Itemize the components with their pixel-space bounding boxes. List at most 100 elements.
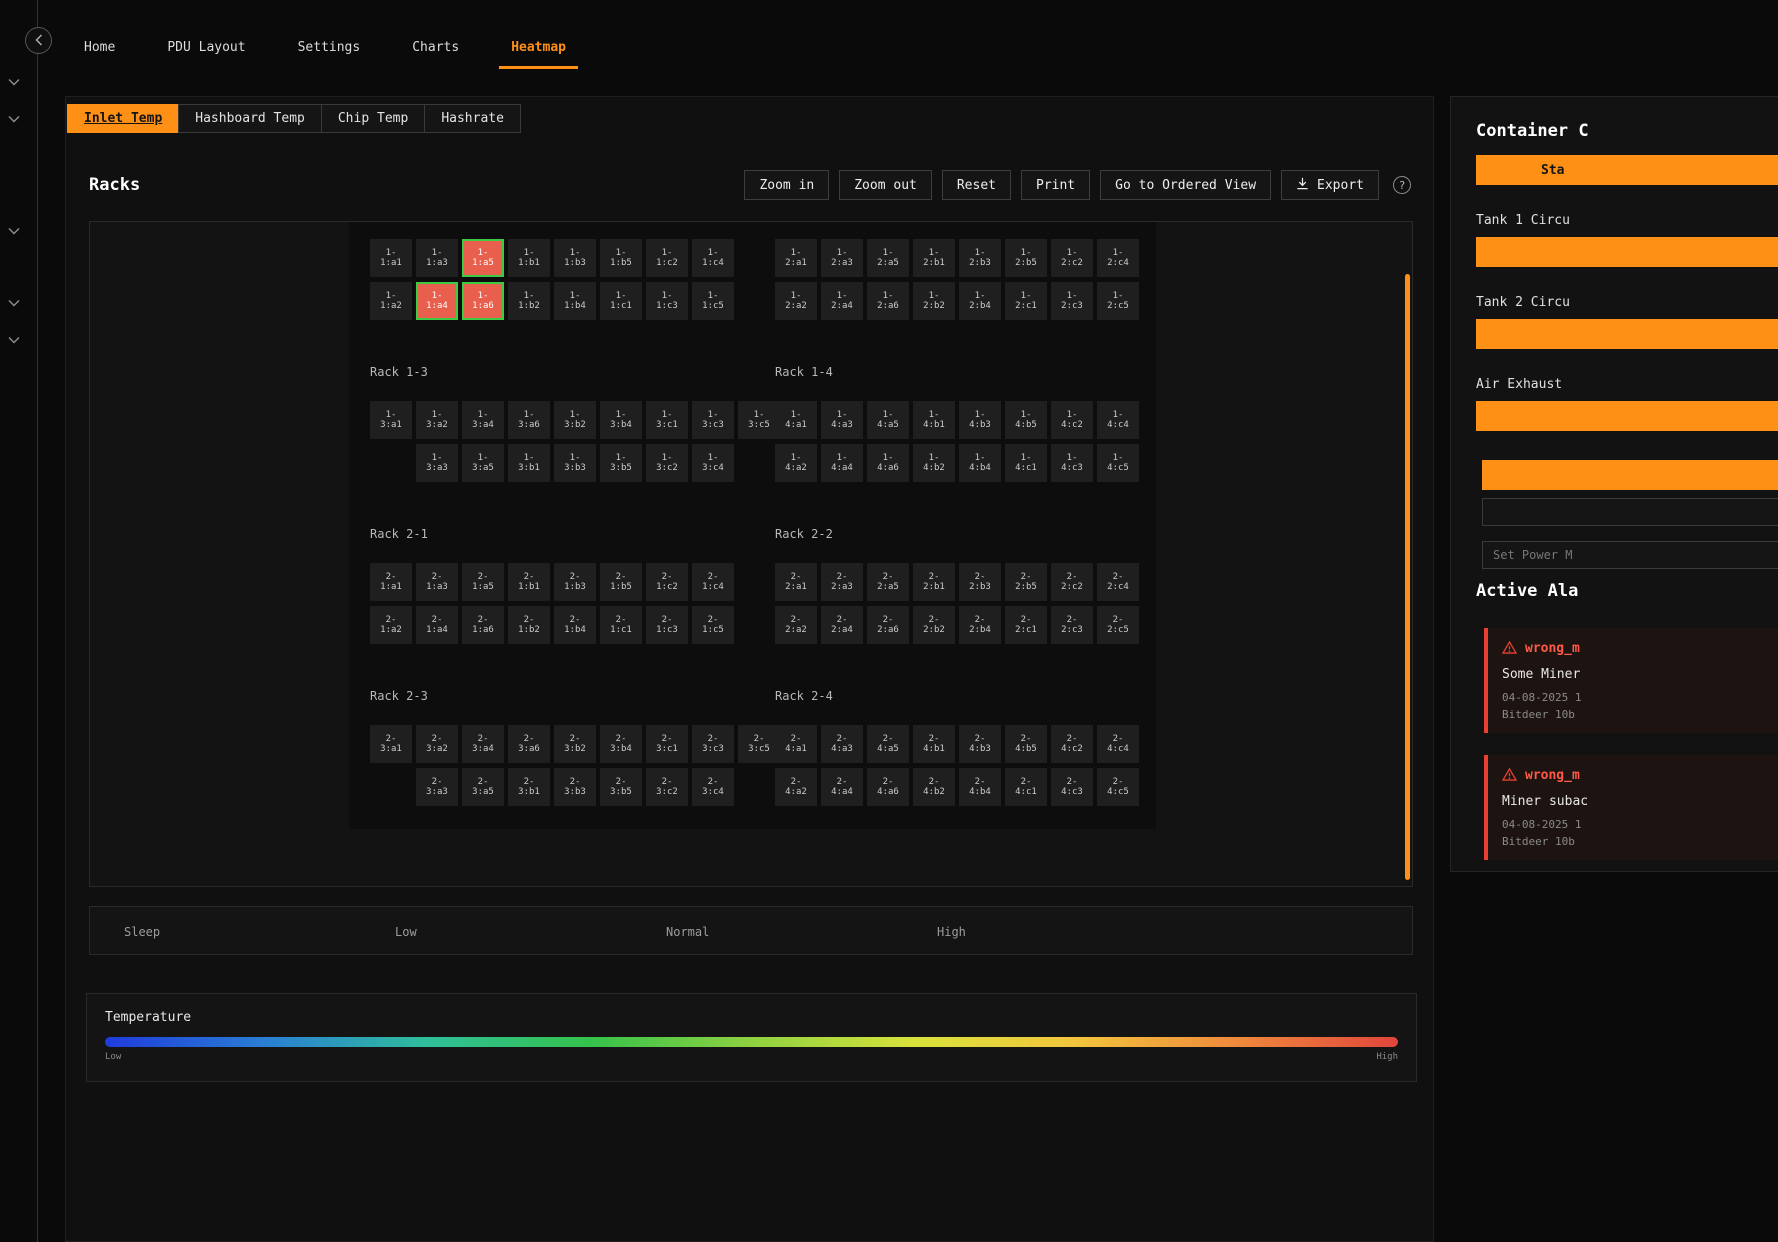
rack-cell[interactable]: 2-3:c1 xyxy=(646,725,688,763)
rack-cell[interactable]: 2-4:c1 xyxy=(1005,768,1047,806)
start-button[interactable]: Sta xyxy=(1476,155,1778,185)
rack-cell[interactable]: 2-4:c2 xyxy=(1051,725,1093,763)
rack-cell[interactable]: 2-4:a4 xyxy=(821,768,863,806)
rack-cell[interactable]: 1-4:c2 xyxy=(1051,401,1093,439)
rack-cell[interactable]: 2-3:a4 xyxy=(462,725,504,763)
set-power-input[interactable] xyxy=(1482,541,1778,569)
rack-cell[interactable]: 1-2:a5 xyxy=(867,239,909,277)
rack-cell[interactable]: 1-2:a2 xyxy=(775,282,817,320)
rack-cell[interactable]: 1-1:b3 xyxy=(554,239,596,277)
rack-cell[interactable]: 2-1:c2 xyxy=(646,563,688,601)
rack-cell[interactable]: 1-1:b2 xyxy=(508,282,550,320)
chevron-down-icon[interactable] xyxy=(8,292,22,302)
rack-cell[interactable]: 2-1:c4 xyxy=(692,563,734,601)
rack-cell[interactable]: 1-3:b5 xyxy=(600,444,642,482)
heatmap-scrollbar[interactable] xyxy=(1405,274,1410,880)
rack-cell[interactable]: 1-4:a2 xyxy=(775,444,817,482)
rack-cell[interactable]: 1-3:a2 xyxy=(416,401,458,439)
rack-cell[interactable]: 2-3:b2 xyxy=(554,725,596,763)
rack-cell[interactable]: 2-1:c1 xyxy=(600,606,642,644)
rack-cell[interactable]: 1-2:b4 xyxy=(959,282,1001,320)
air-exhaust-button[interactable] xyxy=(1476,401,1778,431)
go-to-ordered-view-button[interactable]: Go to Ordered View xyxy=(1100,170,1271,200)
rack-cell[interactable]: 2-2:b2 xyxy=(913,606,955,644)
rack-cell[interactable]: 1-1:c2 xyxy=(646,239,688,277)
rack-cell[interactable]: 1-1:a3 xyxy=(416,239,458,277)
rack-cell[interactable]: 1-3:a5 xyxy=(462,444,504,482)
rack-cell[interactable]: 1-3:c1 xyxy=(646,401,688,439)
tab-inlet-temp[interactable]: Inlet Temp xyxy=(67,104,179,133)
tab-hashrate[interactable]: Hashrate xyxy=(424,104,521,133)
rack-cell[interactable]: 1-2:c4 xyxy=(1097,239,1139,277)
nav-item-charts[interactable]: Charts xyxy=(406,34,465,69)
rack-cell[interactable]: 1-4:b3 xyxy=(959,401,1001,439)
zoom-in-button[interactable]: Zoom in xyxy=(744,170,829,200)
rack-cell[interactable]: 1-1:c1 xyxy=(600,282,642,320)
rack-cell[interactable]: 1-1:b5 xyxy=(600,239,642,277)
rack-cell[interactable]: 2-1:b3 xyxy=(554,563,596,601)
rack-cell[interactable]: 1-2:c2 xyxy=(1051,239,1093,277)
rack-cell[interactable]: 1-2:a3 xyxy=(821,239,863,277)
rack-cell[interactable]: 2-4:c4 xyxy=(1097,725,1139,763)
rack-cell[interactable]: 2-1:c5 xyxy=(692,606,734,644)
rack-cell[interactable]: 2-4:a2 xyxy=(775,768,817,806)
rack-cell[interactable]: 2-1:a4 xyxy=(416,606,458,644)
rack-cell[interactable]: 2-4:b5 xyxy=(1005,725,1047,763)
zoom-out-button[interactable]: Zoom out xyxy=(839,170,932,200)
help-icon[interactable]: ? xyxy=(1393,176,1411,194)
rack-cell[interactable]: 1-4:a6 xyxy=(867,444,909,482)
rack-cell[interactable]: 2-3:a5 xyxy=(462,768,504,806)
rack-cell[interactable]: 1-2:b5 xyxy=(1005,239,1047,277)
rack-cell[interactable]: 1-4:c4 xyxy=(1097,401,1139,439)
rack-cell[interactable]: 2-3:c3 xyxy=(692,725,734,763)
value-input[interactable] xyxy=(1482,498,1778,526)
rack-cell[interactable]: 2-3:a1 xyxy=(370,725,412,763)
tank-2-circu-button[interactable] xyxy=(1476,319,1778,349)
rack-cell[interactable]: 1-4:a3 xyxy=(821,401,863,439)
rack-cell[interactable]: 1-3:a3 xyxy=(416,444,458,482)
rack-cell[interactable]: 2-4:b4 xyxy=(959,768,1001,806)
rack-cell[interactable]: 1-2:a1 xyxy=(775,239,817,277)
rack-cell[interactable]: 2-2:c5 xyxy=(1097,606,1139,644)
chevron-down-icon[interactable] xyxy=(8,220,22,230)
rack-cell[interactable]: 1-2:a4 xyxy=(821,282,863,320)
rack-cell[interactable]: 2-3:a6 xyxy=(508,725,550,763)
rack-cell[interactable]: 2-3:a2 xyxy=(416,725,458,763)
rack-cell[interactable]: 2-2:a6 xyxy=(867,606,909,644)
rack-cell[interactable]: 2-4:a3 xyxy=(821,725,863,763)
rack-cell[interactable]: 2-1:b4 xyxy=(554,606,596,644)
rack-cell[interactable]: 1-1:c3 xyxy=(646,282,688,320)
nav-item-pdu-layout[interactable]: PDU Layout xyxy=(161,34,251,69)
rack-cell[interactable]: 2-3:b1 xyxy=(508,768,550,806)
rack-cell[interactable]: 2-1:a1 xyxy=(370,563,412,601)
rack-cell[interactable]: 1-2:b2 xyxy=(913,282,955,320)
rack-cell[interactable]: 2-1:a5 xyxy=(462,563,504,601)
rack-cell[interactable]: 1-2:c1 xyxy=(1005,282,1047,320)
rack-cell[interactable]: 1-3:b1 xyxy=(508,444,550,482)
rack-cell[interactable]: 1-4:b2 xyxy=(913,444,955,482)
rack-cell[interactable]: 1-3:c4 xyxy=(692,444,734,482)
rack-cell[interactable]: 1-2:a6 xyxy=(867,282,909,320)
chevron-down-icon[interactable] xyxy=(8,71,22,81)
rack-cell[interactable]: 2-1:a3 xyxy=(416,563,458,601)
rack-cell[interactable]: 2-2:c4 xyxy=(1097,563,1139,601)
rack-cell[interactable]: 2-3:c4 xyxy=(692,768,734,806)
rack-cell[interactable]: 2-2:b1 xyxy=(913,563,955,601)
rack-cell[interactable]: 2-2:a2 xyxy=(775,606,817,644)
rack-cell[interactable]: 2-2:b3 xyxy=(959,563,1001,601)
tank-1-circu-button[interactable] xyxy=(1476,237,1778,267)
rack-cell[interactable]: 2-2:a5 xyxy=(867,563,909,601)
tab-chip-temp[interactable]: Chip Temp xyxy=(321,104,425,133)
rack-cell[interactable]: 1-2:c3 xyxy=(1051,282,1093,320)
rack-cell[interactable]: 1-4:a4 xyxy=(821,444,863,482)
rack-cell[interactable]: 2-4:c5 xyxy=(1097,768,1139,806)
rack-cell[interactable]: 2-2:c1 xyxy=(1005,606,1047,644)
rack-cell[interactable]: 2-1:b1 xyxy=(508,563,550,601)
rack-cell[interactable]: 2-2:c3 xyxy=(1051,606,1093,644)
nav-item-home[interactable]: Home xyxy=(78,34,121,69)
rack-cell[interactable]: 1-3:c5 xyxy=(738,401,780,439)
export-button[interactable]: Export xyxy=(1281,170,1379,200)
rack-cell[interactable]: 2-2:a4 xyxy=(821,606,863,644)
rack-cell[interactable]: 2-1:b2 xyxy=(508,606,550,644)
legend-item-high[interactable]: High xyxy=(937,909,1208,956)
